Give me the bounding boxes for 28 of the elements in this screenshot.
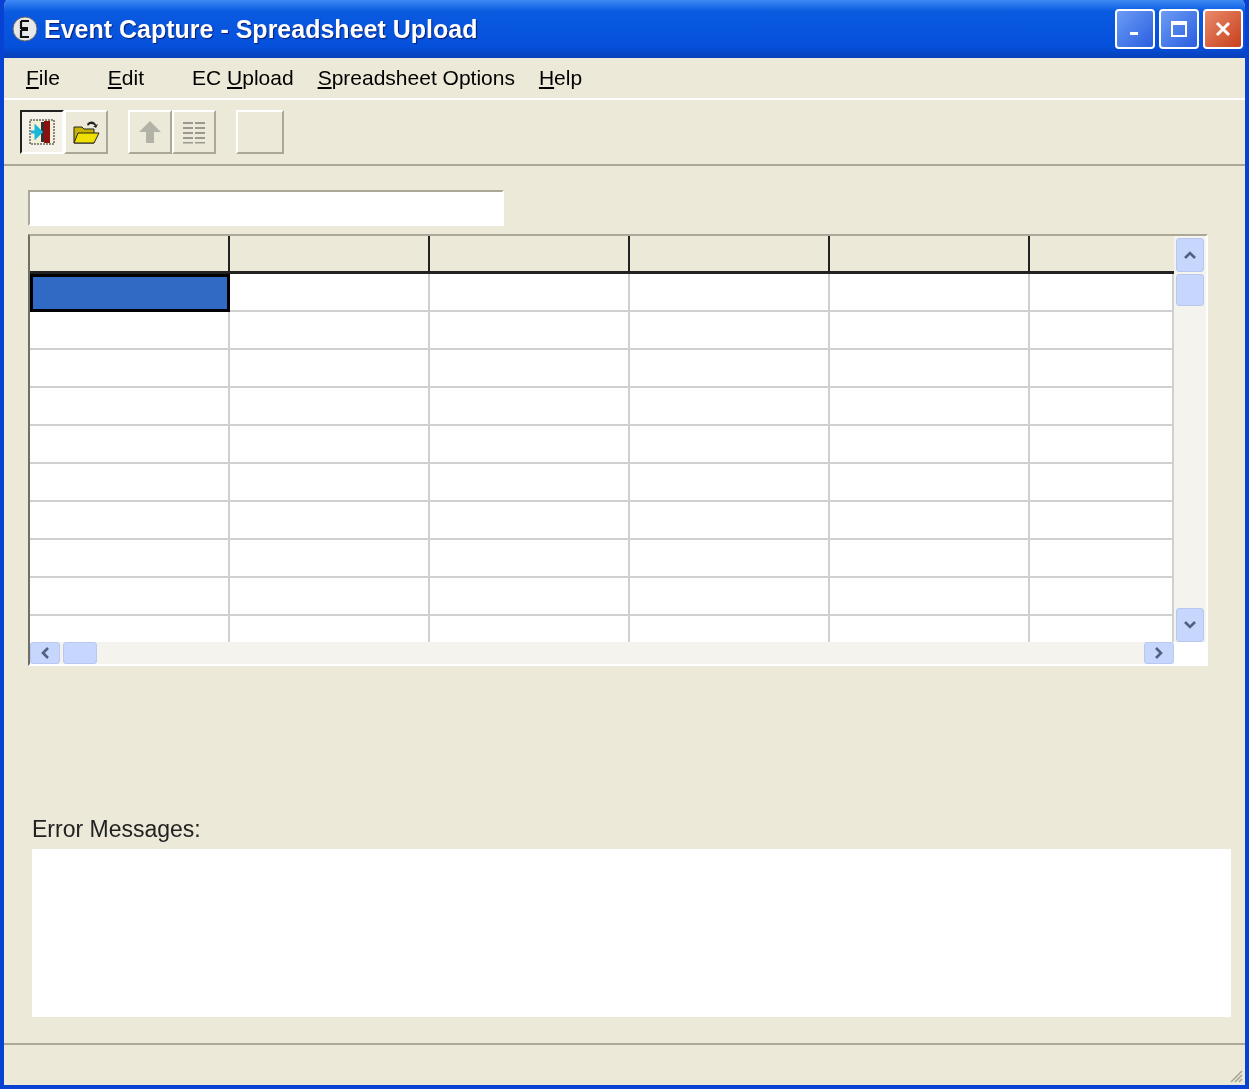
column-header[interactable] — [230, 236, 430, 274]
column-header[interactable] — [430, 236, 630, 274]
window-title: Event Capture - Spreadsheet Upload — [44, 14, 479, 44]
resize-grip-icon[interactable] — [1229, 1069, 1243, 1083]
close-icon[interactable] — [1203, 9, 1243, 49]
scroll-down-icon[interactable] — [1176, 608, 1204, 642]
vertical-scrollbar[interactable] — [1174, 236, 1206, 642]
menu-item[interactable]: Edit — [103, 66, 149, 90]
scroll-right-icon[interactable] — [1144, 642, 1174, 664]
horizontal-scrollbar[interactable] — [30, 642, 1174, 664]
toolbar-button[interactable] — [20, 110, 64, 154]
scroll-up-icon[interactable] — [1176, 238, 1204, 272]
scroll-thumb[interactable] — [63, 642, 97, 664]
menu-item[interactable]: Spreadsheet Options — [313, 66, 519, 90]
input-field[interactable] — [28, 190, 504, 226]
column-header[interactable] — [830, 236, 1030, 274]
table-cell[interactable] — [30, 274, 230, 312]
app-logo-icon — [12, 16, 38, 42]
column-header[interactable] — [630, 236, 830, 274]
exit-door-icon — [27, 117, 57, 147]
error-messages-label: Error Messages: — [32, 816, 202, 843]
menu-item[interactable]: EC Upload — [188, 66, 298, 90]
minimize-icon[interactable] — [1115, 9, 1155, 49]
menu-item[interactable]: Help — [534, 66, 587, 90]
scroll-thumb[interactable] — [1176, 274, 1204, 306]
scroll-left-icon[interactable] — [30, 642, 60, 664]
menu-item[interactable]: File — [22, 66, 64, 90]
maximize-icon[interactable] — [1159, 9, 1199, 49]
